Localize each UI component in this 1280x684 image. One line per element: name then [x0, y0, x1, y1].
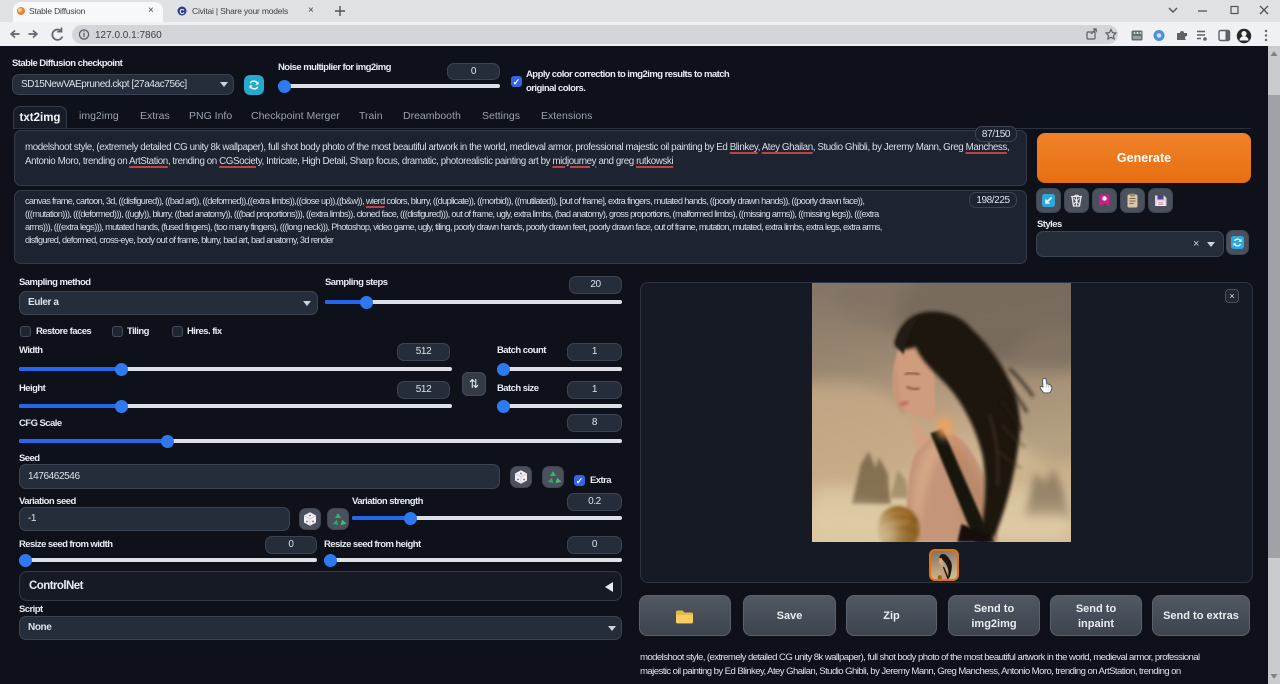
svg-text:C: C [179, 9, 184, 16]
